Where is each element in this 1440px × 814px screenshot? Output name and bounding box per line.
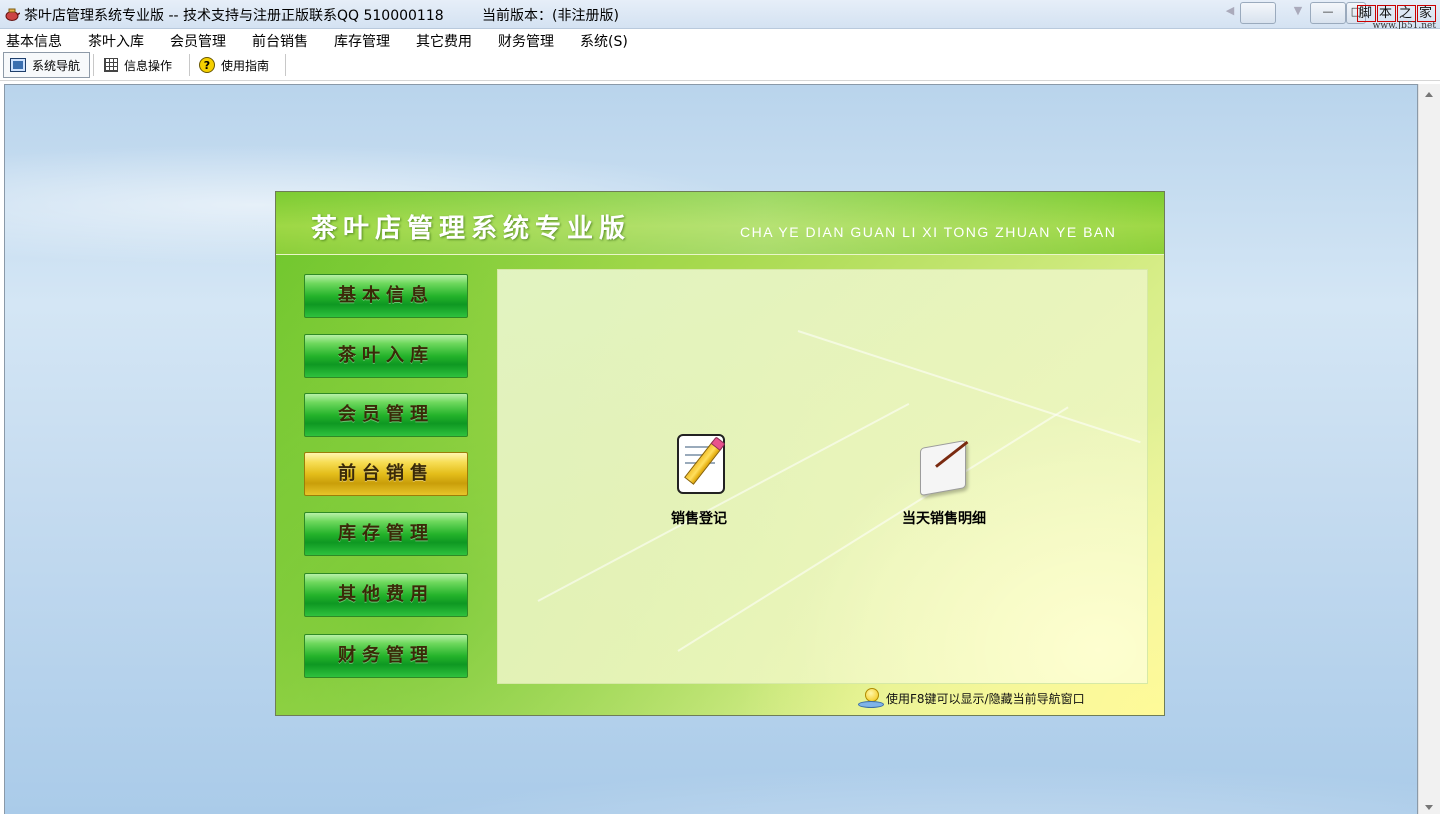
nav-basic-info-button[interactable]: 基本信息 [304, 274, 468, 318]
toolbar-user-guide-button[interactable]: ? 使用指南 [193, 52, 281, 78]
nav-finance-button[interactable]: 财务管理 [304, 634, 468, 678]
minimize-button[interactable]: — [1310, 2, 1346, 24]
function-label: 销售登记 [671, 511, 727, 527]
nav-front-sales-button[interactable]: 前台销售 [304, 452, 468, 496]
watermark-char: 之 [1396, 5, 1416, 22]
lightbulb-icon [858, 688, 884, 708]
function-label: 当天销售明细 [902, 511, 986, 527]
hint-text: 使用F8键可以显示/隐藏当前导航窗口 [886, 691, 1085, 706]
window-title: 茶叶店管理系统专业版 -- 技术支持与注册正版联系QQ 510000118 [24, 8, 444, 24]
f8-hint: 使用F8键可以显示/隐藏当前导航窗口 [858, 683, 1085, 713]
nav-inventory-button[interactable]: 库存管理 [304, 512, 468, 556]
toolbar-label: 系统导航 [32, 58, 81, 73]
toolbar-system-nav-button[interactable]: 系统导航 [3, 52, 90, 78]
monitor-icon [10, 58, 26, 72]
menu-front-sales[interactable]: 前台销售 [252, 31, 308, 51]
pencil-document-icon [669, 432, 729, 498]
menu-finance[interactable]: 财务管理 [498, 31, 554, 51]
scroll-down-arrow-icon[interactable] [1425, 805, 1433, 810]
menu-bar: 基本信息 茶叶入库 会员管理 前台销售 库存管理 其它费用 财务管理 系统(S) [0, 29, 1440, 50]
pin-icon: ▼ [1293, 4, 1303, 17]
grid-icon [104, 58, 118, 72]
menu-basic-info[interactable]: 基本信息 [6, 31, 62, 51]
panel-subtitle: CHA YE DIAN GUAN LI XI TONG ZHUAN YE BAN [740, 224, 1117, 240]
vertical-scrollbar[interactable] [1418, 84, 1440, 814]
scroll-up-arrow-icon[interactable] [1425, 92, 1433, 97]
title-bar: 茶叶店管理系统专业版 -- 技术支持与注册正版联系QQ 510000118 当前… [0, 0, 1440, 31]
navigation-panel: 茶叶店管理系统专业版 CHA YE DIAN GUAN LI XI TONG Z… [275, 191, 1165, 716]
panel-title: 茶叶店管理系统专业版 [311, 214, 632, 244]
function-content-area: 销售登记 当天销售明细 [497, 269, 1148, 684]
toolbar: 系统导航 信息操作 ? 使用指南 [0, 50, 1440, 81]
toolbar-info-ops-button[interactable]: 信息操作 [98, 52, 186, 78]
version-status: 当前版本：(非注册版) [482, 8, 619, 24]
teapot-app-icon [5, 8, 20, 21]
watermark-char: 脚 [1356, 5, 1376, 22]
tray-button[interactable] [1240, 2, 1276, 24]
menu-other-expenses[interactable]: 其它费用 [416, 31, 472, 51]
scroll-quill-icon [914, 432, 974, 498]
menu-tea-stock-in[interactable]: 茶叶入库 [88, 31, 144, 51]
nav-member-management-button[interactable]: 会员管理 [304, 393, 468, 437]
function-sales-register[interactable]: 销售登记 [639, 432, 759, 528]
function-daily-sales-detail[interactable]: 当天销售明细 [884, 432, 1004, 528]
watermark-char: 家 [1416, 5, 1436, 22]
toolbar-label: 使用指南 [221, 58, 270, 73]
watermark-char: 本 [1376, 5, 1396, 22]
back-arrow-icon: ◀ [1225, 4, 1235, 17]
nav-other-expenses-button[interactable]: 其他费用 [304, 573, 468, 617]
help-icon: ? [199, 57, 215, 73]
panel-header: 茶叶店管理系统专业版 CHA YE DIAN GUAN LI XI TONG Z… [276, 192, 1164, 255]
menu-inventory[interactable]: 库存管理 [334, 31, 390, 51]
menu-system[interactable]: 系统(S) [580, 31, 628, 51]
decor-streak [797, 330, 1141, 444]
menu-member-management[interactable]: 会员管理 [170, 31, 226, 51]
nav-tea-stock-in-button[interactable]: 茶叶入库 [304, 334, 468, 378]
toolbar-label: 信息操作 [124, 58, 173, 73]
toolbar-separator [189, 54, 190, 76]
toolbar-separator [93, 54, 94, 76]
toolbar-separator [285, 54, 286, 76]
